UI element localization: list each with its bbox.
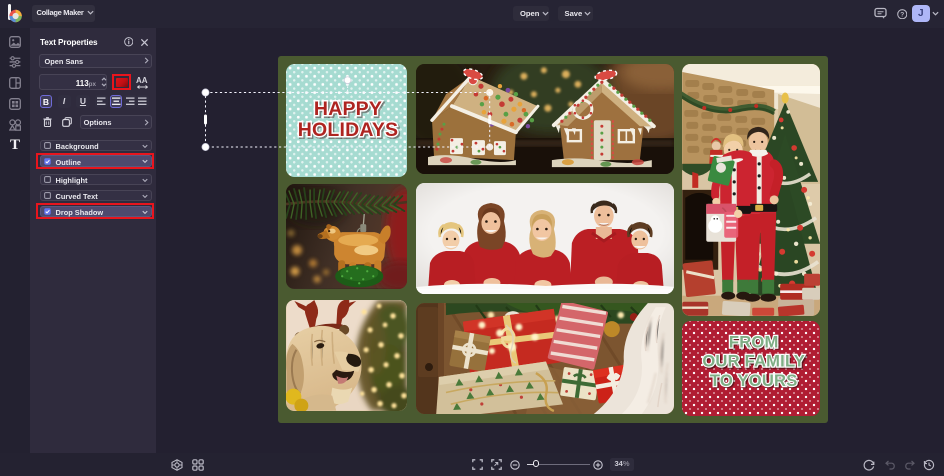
svg-text:?: ? <box>900 11 904 18</box>
svg-text:HOLIDAYS: HOLIDAYS <box>297 119 398 141</box>
svg-text:FROM: FROM <box>729 332 779 351</box>
svg-text:OUR FAMILY: OUR FAMILY <box>702 352 805 371</box>
svg-text:HAPPY: HAPPY <box>314 98 382 120</box>
svg-text:TO YOURS: TO YOURS <box>710 371 798 390</box>
